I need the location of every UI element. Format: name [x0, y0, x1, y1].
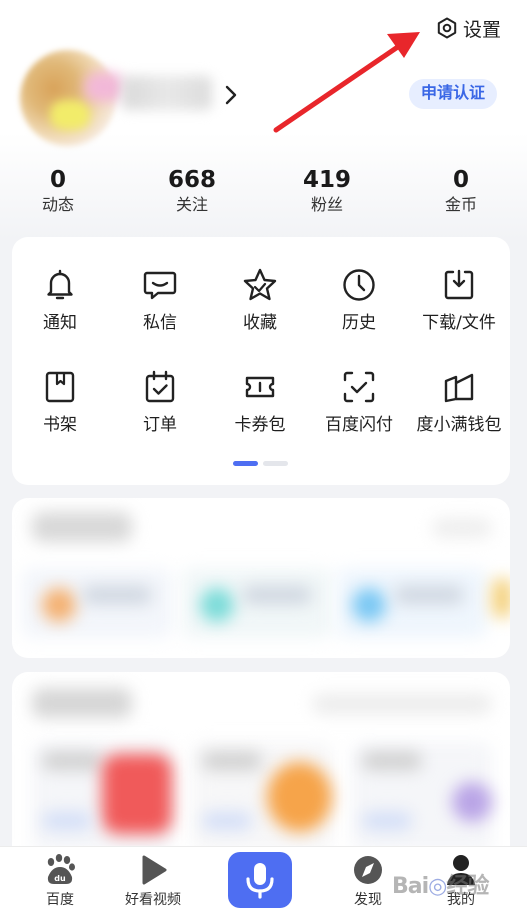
blurred-item-image — [102, 754, 172, 834]
blurred-item-text — [42, 752, 102, 770]
blurred-item-tag — [42, 812, 92, 830]
scan-pay-icon — [343, 371, 375, 403]
grid-item-label: 度小满钱包 — [416, 415, 502, 435]
tab-baidu[interactable]: du 百度 — [10, 853, 110, 909]
settings-label: 设置 — [462, 18, 501, 41]
download-icon — [444, 269, 474, 300]
grid-item-coupons[interactable]: 卡券包 — [210, 369, 310, 436]
compass-icon — [354, 856, 382, 884]
tab-label: 好看视频 — [125, 892, 181, 908]
grid-item-label: 私信 — [143, 313, 177, 333]
stat-followers[interactable]: 419 粉丝 — [267, 166, 387, 216]
grid-item-orders[interactable]: 订单 — [110, 369, 210, 436]
pager-dot — [263, 461, 288, 466]
svg-text:du: du — [54, 874, 66, 883]
grid-item-bookshelf[interactable]: 书架 — [10, 369, 110, 436]
wallet-icon — [444, 373, 474, 403]
username-blurred[interactable] — [122, 76, 212, 110]
tab-haokan-video[interactable]: 好看视频 — [103, 853, 203, 909]
baidu-paw-icon: du — [47, 854, 75, 884]
stat-label: 动态 — [41, 195, 74, 214]
grid-item-label: 书架 — [43, 415, 77, 435]
grid-item-downloads[interactable]: 下载/文件 — [409, 267, 509, 334]
stat-value: 0 — [49, 167, 66, 193]
settings-button[interactable]: 设置 — [435, 14, 501, 42]
stat-label: 关注 — [175, 195, 208, 214]
stat-value: 419 — [302, 167, 351, 193]
grid-item-favorites[interactable]: 收藏 — [210, 267, 310, 334]
stat-value: 668 — [167, 167, 216, 193]
grid-item-history[interactable]: 历史 — [309, 267, 409, 334]
stat-value: 0 — [452, 167, 469, 193]
bookmark-icon — [45, 371, 75, 403]
grid-item-label: 订单 — [143, 415, 177, 435]
grid-item-label: 下载/文件 — [422, 313, 496, 333]
blurred-service-card[interactable] — [12, 498, 510, 658]
blurred-tile-icon — [42, 588, 76, 622]
stat-label: 金币 — [444, 195, 477, 214]
blurred-tile-text — [242, 586, 312, 604]
tab-label: 百度 — [46, 892, 74, 908]
grid-item-label: 通知 — [43, 313, 77, 333]
bell-icon — [47, 269, 73, 300]
stat-posts[interactable]: 0 动态 — [0, 166, 118, 216]
blurred-tile-edge — [492, 578, 510, 618]
voice-search-button[interactable] — [228, 852, 292, 908]
stats-row: 0 动态 668 关注 419 粉丝 0 金币 — [0, 166, 527, 222]
order-icon — [145, 370, 175, 403]
gear-icon — [437, 17, 457, 39]
watermark-logo: Bai◎经验 — [392, 874, 489, 899]
blurred-link — [312, 694, 492, 714]
pager-dot-active — [233, 461, 258, 466]
blurred-item-text — [362, 752, 422, 770]
grid-item-baidu-pay[interactable]: 百度闪付 — [309, 369, 409, 436]
star-icon — [243, 268, 277, 301]
blurred-tile-text — [82, 586, 152, 604]
function-grid-card: 通知 私信 收藏 历史 下载/文件 书架 订单 卡券包 百度闪付 度小满钱包 — [12, 237, 510, 485]
coupon-icon — [245, 376, 275, 398]
blurred-item-image — [452, 782, 492, 822]
blurred-tile-icon — [200, 588, 234, 622]
blurred-title — [32, 688, 132, 718]
avatar-badge — [84, 72, 124, 102]
blurred-link — [432, 518, 492, 538]
grid-item-label: 收藏 — [243, 313, 277, 333]
grid-item-label: 历史 — [342, 313, 376, 333]
blurred-item-image — [267, 762, 332, 832]
chevron-right-icon[interactable] — [222, 82, 240, 108]
blurred-item-tag — [202, 812, 252, 830]
blurred-recommend-card[interactable] — [12, 672, 510, 872]
apply-verification-button[interactable]: 申请认证 — [408, 79, 497, 109]
blurred-title — [32, 512, 132, 542]
blurred-tile-text — [394, 586, 464, 604]
grid-item-label: 卡券包 — [234, 415, 286, 435]
play-icon — [142, 855, 167, 885]
clock-icon — [343, 269, 375, 301]
blurred-tile-icon — [352, 588, 386, 622]
grid-item-label: 百度闪付 — [325, 415, 393, 435]
blurred-item-text — [202, 752, 262, 770]
grid-item-wallet[interactable]: 度小满钱包 — [409, 369, 509, 436]
stat-following[interactable]: 668 关注 — [132, 166, 252, 216]
stat-label: 粉丝 — [310, 195, 343, 214]
grid-item-notifications[interactable]: 通知 — [10, 267, 110, 334]
blurred-item-tag — [362, 812, 412, 830]
grid-item-messages[interactable]: 私信 — [110, 267, 210, 334]
microphone-icon — [246, 863, 274, 899]
message-icon — [143, 271, 177, 300]
stat-coins[interactable]: 0 金币 — [401, 166, 521, 216]
